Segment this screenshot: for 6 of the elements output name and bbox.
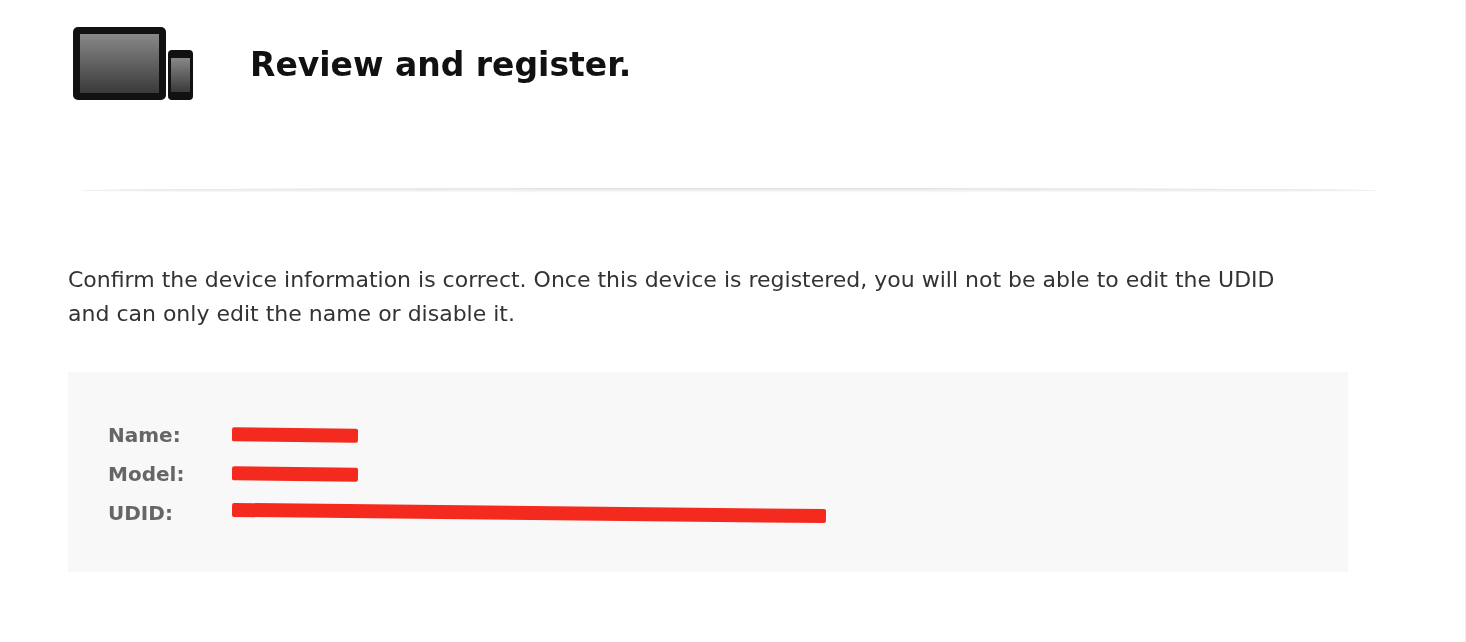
field-label: UDID:: [108, 500, 174, 525]
field-label: Name:: [108, 422, 182, 447]
tablet-and-phone-icon: [72, 26, 194, 102]
field-label: Model:: [108, 461, 186, 486]
page-title: Review and register.: [250, 44, 632, 84]
instruction-text: Confirm the device information is correct. Once this device is registered, you will not be able to edit the UDID and can only edit the name or disable it.: [68, 266, 1276, 328]
